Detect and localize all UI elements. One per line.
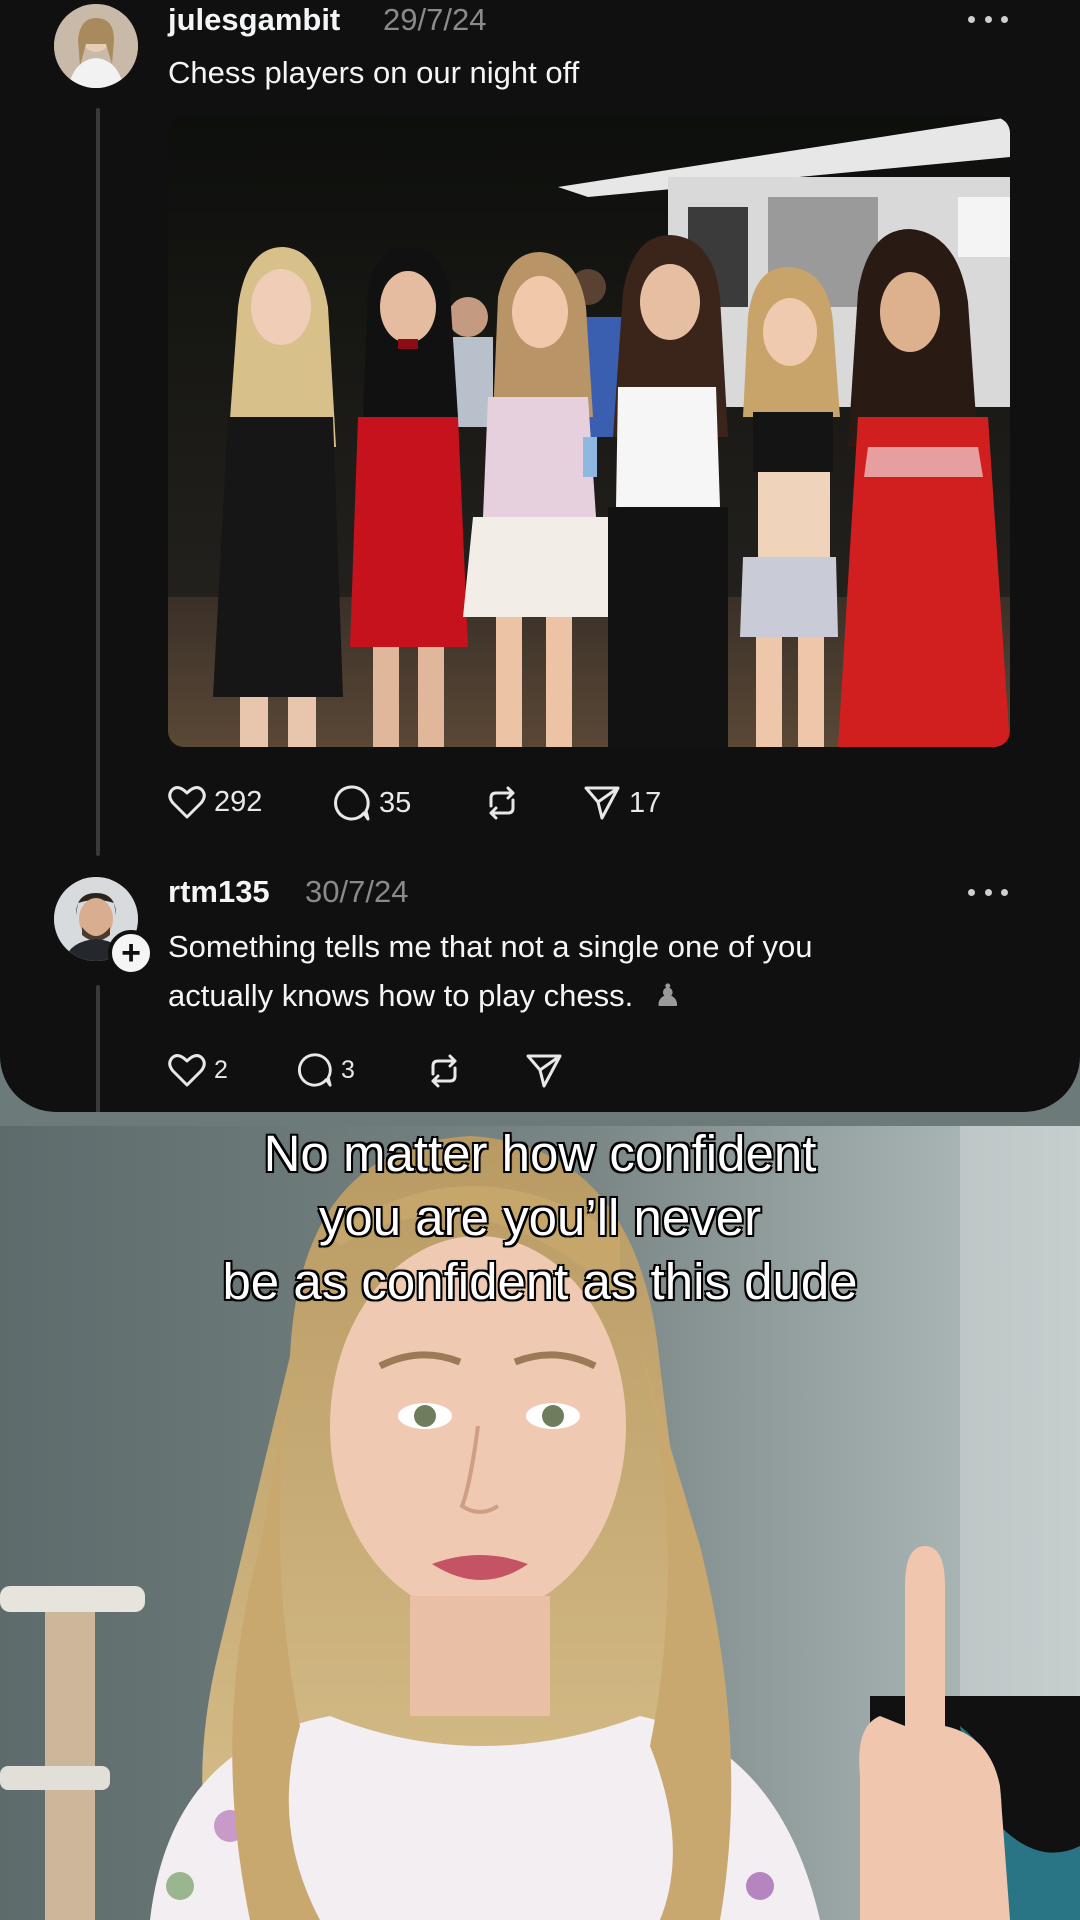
send-icon	[584, 786, 620, 820]
post-date: 29/7/24	[383, 2, 487, 37]
avatar-julesgambit[interactable]	[54, 4, 138, 88]
reply-like-button[interactable]: 2	[168, 1052, 228, 1088]
follow-plus-icon[interactable]: +	[108, 930, 154, 976]
reply-text-line-2-content: actually knows how to play chess.	[168, 978, 634, 1013]
repost-icon	[489, 786, 515, 820]
caption-line-2: you are you’ll never	[318, 1188, 762, 1247]
repost-icon	[431, 1054, 457, 1088]
reply-text-line-2: actually knows how to play chess. ♟	[168, 971, 813, 1020]
reply-repost-button[interactable]	[425, 1052, 471, 1090]
post-share-button[interactable]: 17	[583, 784, 661, 822]
reply-date: 30/7/24	[305, 874, 409, 909]
reply-text: Something tells me that not a single one…	[168, 922, 813, 1020]
threads-card: julesgambit 29/7/24 Chess players on our…	[0, 0, 1080, 1112]
post-like-count: 292	[214, 785, 263, 818]
post-repost-button[interactable]	[483, 784, 529, 822]
heart-icon	[168, 786, 206, 819]
reply-username[interactable]: rtm135	[168, 874, 270, 910]
thread-connector-line	[96, 108, 100, 856]
post-text: Chess players on our night off	[168, 55, 580, 90]
reply-reply-count: 3	[341, 1055, 355, 1084]
comment-icon	[297, 1053, 332, 1087]
post-username[interactable]: julesgambit	[168, 2, 340, 38]
reply-reply-button[interactable]: 3	[297, 1052, 355, 1088]
caption-line-3: be as confident as this dude	[221, 1252, 858, 1311]
comment-icon	[334, 785, 370, 821]
reply-more-options-icon[interactable]	[968, 887, 1008, 897]
thread-connector-line-2	[96, 985, 100, 1112]
reply-text-line-1: Something tells me that not a single one…	[168, 929, 813, 964]
video-caption: No matter how confident you are you’ll n…	[0, 1122, 1080, 1314]
post-photo[interactable]	[168, 117, 1010, 747]
heart-icon	[168, 1054, 206, 1087]
post-more-options-icon[interactable]	[968, 14, 1008, 24]
send-icon	[526, 1054, 562, 1088]
post-reply-count: 35	[379, 786, 412, 819]
reply-share-button[interactable]	[525, 1052, 571, 1090]
post-share-count: 17	[629, 786, 662, 819]
post-like-button[interactable]: 292	[168, 784, 262, 820]
caption-line-1: No matter how confident	[263, 1124, 818, 1183]
reply-like-count: 2	[214, 1055, 228, 1084]
chess-pawn-icon: ♟	[653, 978, 682, 1013]
post-reply-button[interactable]: 35	[333, 784, 411, 822]
